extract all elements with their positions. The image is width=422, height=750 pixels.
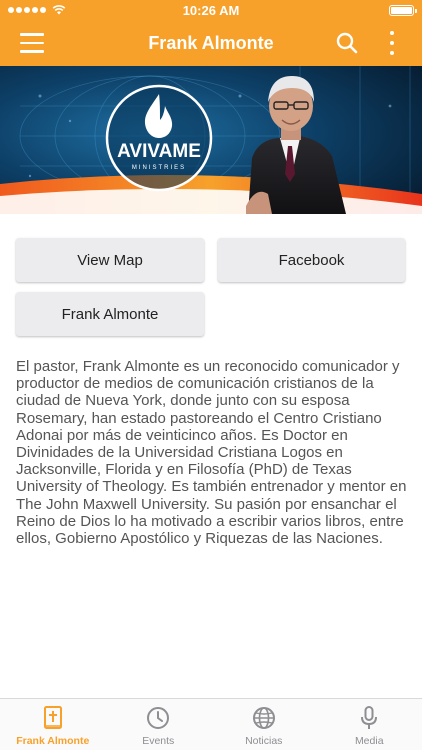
tab-events[interactable]: Events [106,699,212,750]
more-options-icon[interactable] [388,31,396,55]
page-title: Frank Almonte [148,32,274,53]
tab-media[interactable]: Media [317,699,422,750]
logo-subtext: MINISTRIES [132,165,186,171]
status-bar: 10:26 AM [0,0,422,20]
clock-icon [147,707,170,729]
bio-text: El pastor, Frank Almonte es un reconocid… [16,358,407,548]
battery-icon [389,4,417,16]
status-time: 10:26 AM [182,2,240,18]
tab-label: Noticias [245,735,283,747]
tab-label: Events [142,735,175,747]
menu-icon[interactable] [20,33,44,53]
logo-text: AVIVAME [117,141,201,162]
hero-image: AVIVAME MINISTRIES [0,66,422,214]
tab-bar: Frank Almonte Events Noticias Media [0,698,422,750]
microphone-icon [361,706,378,729]
facebook-button[interactable]: Facebook [218,238,405,282]
tab-frank-almonte[interactable]: Frank Almonte [0,699,106,750]
hero-banner: AVIVAME MINISTRIES [0,66,422,214]
bible-icon [43,706,62,729]
globe-icon [252,707,275,729]
nav-bar: Frank Almonte [0,20,422,66]
frank-almonte-button[interactable]: Frank Almonte [16,292,204,336]
view-map-button[interactable]: View Map [16,238,204,282]
tab-noticias[interactable]: Noticias [211,699,317,750]
tab-label: Media [354,735,384,747]
tab-label: Frank Almonte [16,735,90,747]
search-icon[interactable] [336,32,358,54]
